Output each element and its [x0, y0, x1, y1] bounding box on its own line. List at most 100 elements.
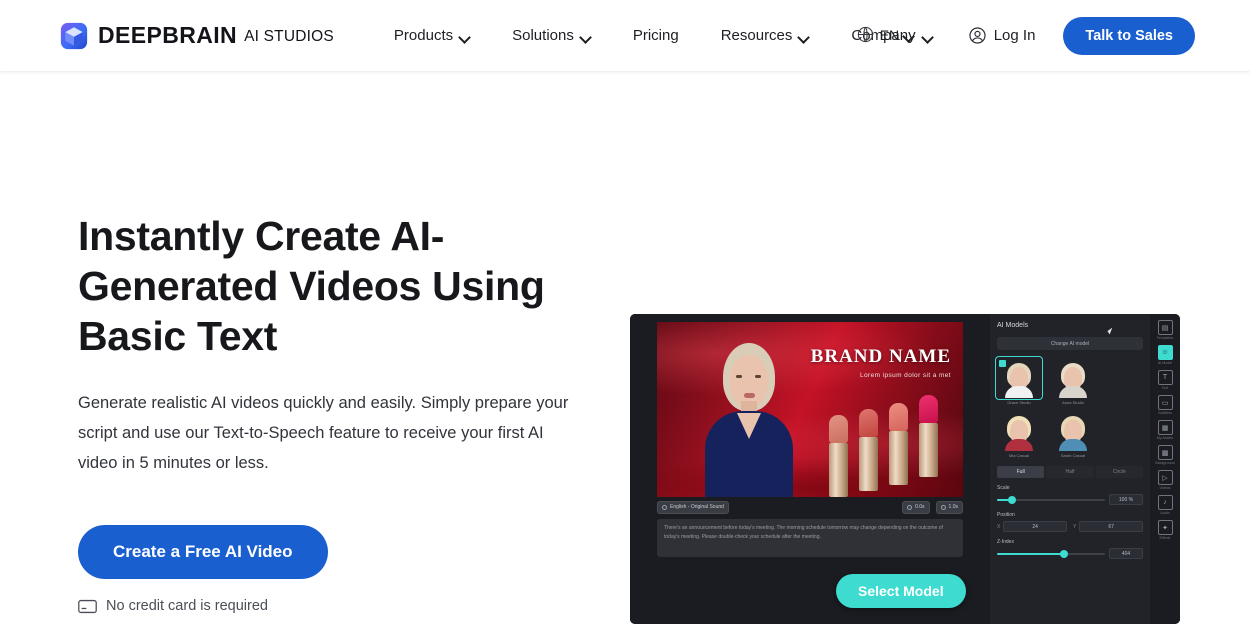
model-card-1[interactable]: Anna Studio — [1051, 358, 1095, 405]
app-preview: BRAND NAME Lorem ipsum dolor sit a met E… — [630, 314, 1180, 624]
position-y-input[interactable]: 67 — [1079, 521, 1143, 532]
ai-model-icon: ☺ — [1157, 345, 1173, 360]
language-label: EN — [879, 26, 900, 43]
voice-label: English - Original Sound — [670, 504, 724, 510]
tab-full[interactable]: Full — [997, 466, 1045, 478]
subtitle-icon: ▭ — [1157, 395, 1173, 410]
zindex-slider[interactable] — [997, 549, 1105, 559]
voice-selector-chip[interactable]: English - Original Sound — [657, 500, 729, 514]
zindex-control: Z-Index 404 — [997, 539, 1143, 559]
nav-label-resources: Resources — [720, 27, 793, 44]
scale-label: Scale — [997, 485, 1010, 491]
audio-icon: ♪ — [1157, 495, 1173, 510]
effects-icon: ✦ — [1157, 520, 1173, 535]
chevron-down-icon — [904, 32, 914, 38]
site-header: DEEPBRAIN AI STUDIOS Products Solutions … — [0, 0, 1250, 71]
model-name-0: Grace Studio — [1007, 400, 1031, 405]
talk-to-sales-button[interactable]: Talk to Sales — [1063, 16, 1195, 55]
selected-check-icon — [999, 360, 1006, 367]
crop-tabs: Full Half Circle — [997, 466, 1143, 478]
hero-subtitle: Generate realistic AI videos quickly and… — [78, 394, 569, 473]
toolbar-item-my-assets[interactable]: ▦ My Assets — [1152, 420, 1178, 440]
canvas-brand-tagline: Lorem ipsum dolor sit a met — [860, 372, 951, 379]
model-name-2: Mia Casual — [1008, 453, 1029, 458]
no-credit-card-label: No credit card is required — [106, 598, 268, 615]
toolbar-label-subtitles: Subtitles — [1158, 411, 1172, 415]
duration-end-label: 1.0s — [948, 504, 958, 510]
main-navigation: Products Solutions Pricing Resources Com… — [394, 27, 933, 44]
toolbar-item-audio[interactable]: ♪ Audio — [1152, 495, 1178, 515]
canvas-toolbar: English - Original Sound 0.0s 1.0s — [657, 499, 963, 515]
nav-item-resources[interactable]: Resources — [721, 27, 810, 44]
credit-card-icon — [78, 599, 97, 613]
toolbar-label-videos: Videos — [1159, 486, 1171, 490]
tab-circle[interactable]: Circle — [1095, 466, 1143, 478]
canvas-brand-name: BRAND NAME — [810, 346, 951, 367]
zindex-value[interactable]: 404 — [1109, 548, 1143, 559]
change-ai-model-button[interactable]: Change AI model — [997, 337, 1143, 350]
canvas-brand-text: BRAND NAME Lorem ipsum dolor sit a met — [811, 346, 951, 379]
cube-logo-icon — [60, 22, 88, 49]
globe-icon — [857, 26, 873, 43]
clock-icon — [907, 504, 913, 510]
zindex-slider-knob[interactable] — [1059, 549, 1068, 558]
nav-label-products: Products — [393, 27, 454, 44]
video-canvas[interactable]: BRAND NAME Lorem ipsum dolor sit a met — [657, 322, 963, 497]
app-editor-area: BRAND NAME Lorem ipsum dolor sit a met E… — [630, 314, 990, 624]
ai-models-panel: AI Models Change AI model Grace Studio A… — [990, 314, 1150, 624]
user-circle-icon — [969, 27, 986, 44]
clock-icon — [940, 504, 946, 510]
voice-icon — [662, 504, 667, 510]
editor-vertical-toolbar: ▤ Templates ☺ AI Model T Text ▭ Subtitle… — [1150, 314, 1180, 624]
toolbar-label-audio: Audio — [1160, 511, 1170, 515]
language-selector[interactable]: EN — [856, 25, 914, 44]
brand-name: DEEPBRAIN — [98, 22, 238, 48]
scale-value[interactable]: 100 % — [1109, 494, 1143, 505]
chevron-down-icon — [460, 33, 470, 39]
nav-item-pricing[interactable]: Pricing — [633, 27, 679, 44]
toolbar-item-ai-model[interactable]: ☺ AI Model — [1152, 345, 1178, 365]
scale-control: Scale 100 % — [997, 485, 1143, 505]
scale-slider[interactable] — [997, 495, 1105, 505]
image-icon: ▦ — [1157, 420, 1173, 435]
position-label: Position — [997, 512, 1015, 518]
text-icon: T — [1157, 370, 1173, 385]
tab-half[interactable]: Half — [1046, 466, 1094, 478]
login-link[interactable]: Log In — [968, 26, 1036, 45]
chevron-down-icon — [799, 33, 809, 39]
select-model-button[interactable]: Select Model — [836, 574, 966, 608]
model-name-1: Anna Studio — [1062, 400, 1084, 405]
toolbar-label-effects: Effects — [1159, 536, 1171, 540]
position-x-key: X — [997, 523, 1001, 530]
model-card-2[interactable]: Mia Casual — [997, 411, 1041, 458]
toolbar-item-background[interactable]: ▩ Background — [1152, 445, 1178, 465]
toolbar-item-effects[interactable]: ✦ Effects — [1152, 520, 1178, 540]
toolbar-label-ai-model: AI Model — [1157, 361, 1173, 365]
nav-label-pricing: Pricing — [632, 27, 679, 44]
toolbar-item-text[interactable]: T Text — [1152, 370, 1178, 390]
hero-section: Instantly Create AI-Generated Videos Usi… — [0, 71, 1250, 630]
duration-chip-start[interactable]: 0.0s — [902, 500, 930, 514]
create-free-ai-video-button[interactable]: Create a Free AI Video — [78, 525, 328, 580]
template-icon: ▤ — [1157, 320, 1173, 335]
lipstick-product-image — [829, 395, 957, 497]
model-card-3[interactable]: Sarah Casual — [1051, 411, 1095, 458]
position-y-key: Y — [1073, 523, 1077, 530]
toolbar-label-text: Text — [1161, 386, 1169, 390]
nav-item-solutions[interactable]: Solutions — [512, 27, 591, 44]
chevron-down-icon — [581, 33, 591, 39]
toolbar-label-my-assets: My Assets — [1156, 436, 1174, 440]
toolbar-item-subtitles[interactable]: ▭ Subtitles — [1152, 395, 1178, 415]
toolbar-item-templates[interactable]: ▤ Templates — [1152, 320, 1178, 340]
nav-item-products[interactable]: Products — [394, 27, 470, 44]
scale-slider-knob[interactable] — [1007, 495, 1016, 504]
brand-logo[interactable]: DEEPBRAIN AI STUDIOS — [60, 22, 334, 50]
script-editor[interactable]: There's an announcement before today's m… — [657, 519, 963, 557]
duration-chip-end[interactable]: 1.0s — [935, 500, 963, 514]
toolbar-item-videos[interactable]: ▷ Videos — [1152, 470, 1178, 490]
nav-label-solutions: Solutions — [512, 27, 574, 44]
model-name-3: Sarah Casual — [1060, 453, 1086, 458]
login-label: Log In — [993, 27, 1036, 44]
position-x-input[interactable]: 24 — [1003, 521, 1067, 532]
model-card-0[interactable]: Grace Studio — [995, 356, 1043, 405]
